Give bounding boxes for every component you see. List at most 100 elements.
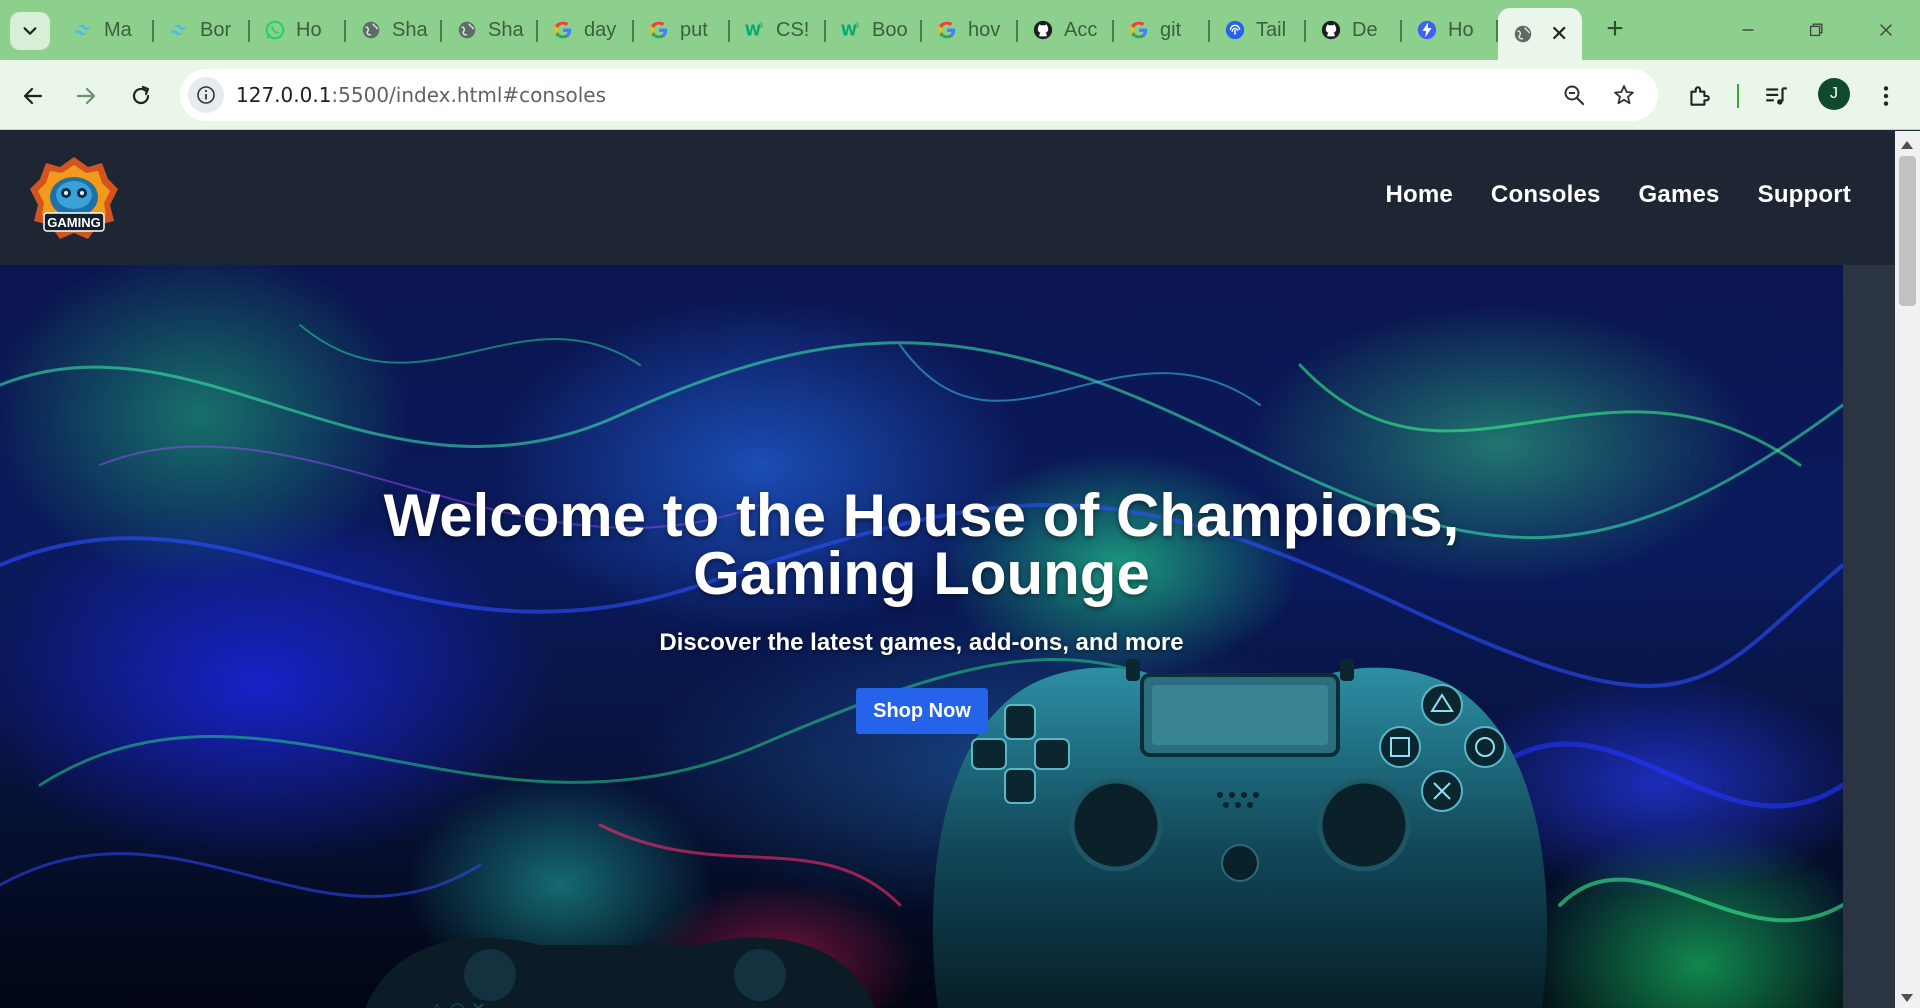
browser-tab[interactable]: Sha xyxy=(346,8,442,52)
star-icon xyxy=(1614,85,1634,105)
github-icon xyxy=(1320,19,1342,41)
restore-button[interactable] xyxy=(1796,12,1836,48)
close-window-button[interactable] xyxy=(1866,12,1906,48)
tab-strip: Ma Bor Ho Sha Sha day put W 3 CS! W 3 Boo hov Acc git Ta… xyxy=(0,0,1920,60)
browser-tab[interactable]: hov xyxy=(922,8,1018,52)
svg-text:3: 3 xyxy=(855,20,860,29)
toolbar-separator xyxy=(1737,84,1739,108)
browser-tab[interactable]: Ho xyxy=(250,8,346,52)
tab-title: Ho xyxy=(1448,18,1474,41)
shop-now-button[interactable]: Shop Now xyxy=(856,688,988,734)
browser-tab[interactable]: Acc xyxy=(1018,8,1114,52)
svg-text:3: 3 xyxy=(759,20,764,29)
minimize-button[interactable] xyxy=(1728,12,1768,48)
svg-text:△ ○ ✕: △ ○ ✕ xyxy=(430,999,486,1008)
browser-tab[interactable]: Tail xyxy=(1210,8,1306,52)
bookmark-button[interactable] xyxy=(1610,81,1638,109)
browser-tab[interactable]: W 3 Boo xyxy=(826,8,922,52)
page-right-edge xyxy=(1843,265,1895,1008)
gaming-logo[interactable]: GAMING xyxy=(28,155,120,243)
nav-games[interactable]: Games xyxy=(1639,181,1720,209)
browser-tab[interactable]: git xyxy=(1114,8,1210,52)
hero-title: Welcome to the House of Champions, Gamin… xyxy=(0,486,1843,604)
tab-title: Ma xyxy=(104,18,132,41)
tab-list: Ma Bor Ho Sha Sha day put W 3 CS! W 3 Boo hov Acc git Ta… xyxy=(58,8,1582,60)
tab-title: Boo xyxy=(872,18,908,41)
close-tab-icon[interactable]: ✕ xyxy=(1550,21,1568,47)
restore-icon xyxy=(1809,23,1823,37)
globe-icon xyxy=(456,19,478,41)
tab-title: Ho xyxy=(296,18,322,41)
back-button[interactable] xyxy=(13,76,53,116)
tab-title: put xyxy=(680,18,708,41)
page-scrollbar[interactable] xyxy=(1895,131,1920,1008)
new-tab-button[interactable]: + xyxy=(1598,14,1632,48)
tailwind-icon xyxy=(72,19,94,41)
url-path: :5500/index.html#consoles xyxy=(331,83,607,107)
arrow-right-icon xyxy=(76,87,96,105)
tab-title: Sha xyxy=(392,18,428,41)
media-controls-button[interactable] xyxy=(1756,76,1796,116)
extensions-button[interactable] xyxy=(1679,76,1719,116)
tab-title: Bor xyxy=(200,18,232,41)
site-header: GAMING Home Consoles Games Support xyxy=(0,131,1895,265)
tab-title: Sha xyxy=(488,18,524,41)
logo-text: GAMING xyxy=(47,215,100,230)
zoom-button[interactable] xyxy=(1560,81,1588,109)
scroll-up-arrow[interactable] xyxy=(1901,141,1913,149)
minimize-icon xyxy=(1742,29,1754,31)
google-icon xyxy=(552,19,574,41)
main-nav: Home Consoles Games Support xyxy=(1385,181,1851,209)
w3schools-icon: W3 xyxy=(840,19,862,41)
hero-title-line2: Gaming Lounge xyxy=(693,540,1150,607)
background-controller-image: △ ○ ✕ xyxy=(365,937,875,1008)
scrollbar-thumb[interactable] xyxy=(1899,156,1916,306)
nav-consoles[interactable]: Consoles xyxy=(1491,181,1601,209)
bolt-icon xyxy=(1416,19,1438,41)
scroll-down-arrow[interactable] xyxy=(1901,994,1913,1002)
puzzle-icon xyxy=(1690,86,1710,106)
close-icon xyxy=(1880,24,1892,36)
url-host: 127.0.0.1 xyxy=(236,83,332,107)
queue-music-icon xyxy=(1766,87,1787,105)
hero-section: △ ○ ✕ xyxy=(0,265,1843,1008)
browser-tab[interactable]: Ho xyxy=(1402,8,1498,52)
browser-tab[interactable]: Bor xyxy=(154,8,250,52)
tab-title: Tail xyxy=(1256,18,1287,41)
tab-title: Acc xyxy=(1064,18,1098,41)
globe-icon xyxy=(1512,23,1534,45)
profile-avatar[interactable]: J xyxy=(1818,78,1850,110)
arrow-left-icon xyxy=(23,87,43,105)
browser-tab[interactable]: put xyxy=(634,8,730,52)
whatsapp-icon xyxy=(264,19,286,41)
tailwind-icon xyxy=(168,19,190,41)
controller-image xyxy=(932,659,1548,1008)
hero-title-line1: Welcome to the House of Champions, xyxy=(383,482,1460,549)
w3schools-icon: W3 xyxy=(744,19,766,41)
tab-title: CS! xyxy=(776,18,810,41)
tab-title: git xyxy=(1160,18,1182,41)
browser-toolbar: 127.0.0.1:5500/index.html#consoles J xyxy=(0,60,1920,130)
tab-search-button[interactable] xyxy=(10,12,50,50)
tab-title: day xyxy=(584,18,617,41)
more-vertical-icon xyxy=(1883,86,1889,106)
hero-subtitle: Discover the latest games, add-ons, and … xyxy=(659,629,1184,656)
browser-tab-active[interactable]: ✕ xyxy=(1498,8,1582,60)
fingerprint-icon xyxy=(1224,19,1246,41)
page-viewport: GAMING Home Consoles Games Support Welco… xyxy=(0,131,1920,1008)
browser-tab[interactable]: day xyxy=(538,8,634,52)
nav-support[interactable]: Support xyxy=(1758,181,1851,209)
browser-tab[interactable]: Ma xyxy=(58,8,154,52)
site-info-button[interactable] xyxy=(188,77,224,113)
github-icon xyxy=(1032,19,1054,41)
address-bar[interactable]: 127.0.0.1:5500/index.html#consoles xyxy=(180,69,1658,121)
reload-button[interactable] xyxy=(121,76,161,116)
browser-tab[interactable]: Sha xyxy=(442,8,538,52)
tab-title: hov xyxy=(968,18,1001,41)
browser-tab[interactable]: W 3 CS! xyxy=(730,8,826,52)
browser-menu-button[interactable] xyxy=(1866,76,1906,116)
browser-tab[interactable]: De xyxy=(1306,8,1402,52)
forward-button[interactable] xyxy=(66,76,106,116)
url-text[interactable]: 127.0.0.1:5500/index.html#consoles xyxy=(236,83,606,107)
nav-home[interactable]: Home xyxy=(1385,181,1452,209)
